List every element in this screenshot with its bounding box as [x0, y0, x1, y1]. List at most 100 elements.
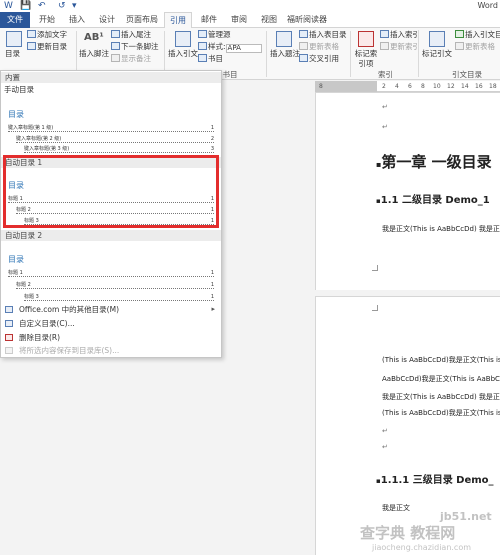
citation-style-select[interactable]: APA [225, 44, 262, 53]
auto-toc-2-label: 自动目录 2 [1, 230, 221, 241]
ruler-tick: 2 [382, 83, 386, 90]
toc-icon [6, 31, 22, 47]
page-corner-mark [372, 265, 378, 271]
show-notes-icon [111, 54, 120, 62]
horizontal-ruler[interactable]: 8 2 4 6 8 10 12 14 16 18 [315, 81, 500, 92]
bibliography-button[interactable]: 书目 [198, 54, 223, 64]
ribbon-separator [350, 31, 351, 77]
customize-qat-icon[interactable]: ▾ [72, 1, 77, 11]
ruler-tick: 4 [395, 83, 399, 90]
manage-sources-button[interactable]: 管理源 [198, 30, 231, 40]
toc-preview-line: 标题 11 [8, 270, 214, 277]
manual-toc-label: 手动目录 [4, 85, 34, 94]
body-paragraph[interactable]: 我是正文 [382, 503, 410, 513]
selection-highlight-box [3, 155, 219, 228]
remove-toc-icon [5, 334, 13, 341]
menu-item-save-to-gallery: 将所选内容保存到目录库(S)... [1, 344, 221, 357]
paragraph-mark: ↵ [382, 103, 388, 111]
toc-dropdown-menu: 内置 手动目录 目录 键入章标题(第 1 级) 1 键入章标题(第 2 级) 2 键… [0, 70, 222, 358]
menu-item-custom-toc[interactable]: 自定义目录(C)... [1, 317, 221, 330]
ruler-tick: 14 [461, 83, 469, 90]
update-authorities-icon [455, 42, 464, 50]
mark-index-entry-button[interactable]: 标记索引项 [354, 49, 378, 69]
update-table-icon [299, 42, 308, 50]
heading-level-3[interactable]: ▪1.1.1 三级目录 Demo_ [376, 471, 494, 486]
ruler-tick: 6 [408, 83, 412, 90]
insert-table-of-figures-button[interactable]: 插入表目录 [299, 30, 347, 40]
office-icon [5, 306, 13, 313]
mark-citation-icon [429, 31, 445, 47]
tab-design[interactable]: 设计 [94, 12, 120, 28]
toc-preview-line: 键入章标题(第 2 级) 2 [16, 136, 214, 143]
menu-tab-bar: 文件 开始 插入 设计 页面布局 引用 邮件 审阅 视图 福昕阅读器 [0, 12, 500, 29]
submenu-arrow-icon: ▸ [211, 305, 215, 313]
footnote-ab-icon: AB¹ [84, 32, 104, 43]
next-footnote-icon [111, 42, 120, 50]
insert-citation-button[interactable]: 插入引文 [168, 49, 198, 59]
heading-level-1[interactable]: ▪第一章 一级目录 [376, 151, 492, 172]
body-paragraph[interactable]: 我是正文(This is AaBbCcDd) 我是正 [382, 224, 500, 234]
body-paragraph[interactable]: AaBbCcDd)我是正文(This is AaBbCc [382, 374, 500, 384]
add-text-button[interactable]: 添加文字 [27, 30, 67, 40]
title-bar: W 💾 ↶ ↺ ▾ Word [0, 0, 500, 12]
tab-view[interactable]: 视图 [256, 12, 282, 28]
insert-caption-icon [276, 31, 292, 47]
window-title: Word [477, 1, 498, 10]
word-logo-icon: W [4, 1, 13, 11]
update-index-button: 更新索引 [380, 42, 420, 52]
bibliography-icon [198, 54, 207, 62]
toc-preview-line: 键入章标题(第 1 级) 1 [8, 125, 214, 132]
tab-layout[interactable]: 页面布局 [124, 12, 160, 28]
toc-button[interactable]: 目录 [5, 49, 20, 59]
paragraph-mark: ↵ [382, 427, 388, 435]
ruler-tick: 18 [489, 83, 497, 90]
undo-icon[interactable]: ↶ [38, 1, 46, 11]
document-page-1[interactable]: ↵ ↵ ▪第一章 一级目录 ▪1.1 二级目录 Demo_1 我是正文(This… [315, 92, 500, 290]
tab-insert[interactable]: 插入 [64, 12, 90, 28]
custom-toc-icon [5, 320, 13, 327]
redo-icon[interactable]: ↺ [58, 1, 66, 11]
toc-preview-line: 键入章标题(第 3 级) 3 [24, 146, 214, 153]
manage-sources-icon [198, 30, 207, 38]
update-toc-icon [27, 42, 36, 50]
tab-home[interactable]: 开始 [34, 12, 60, 28]
table-of-figures-icon [299, 30, 308, 38]
heading-level-2[interactable]: ▪1.1 二级目录 Demo_1 [376, 191, 490, 206]
mark-citation-button[interactable]: 标记引文 [422, 49, 452, 59]
toc-preview-line: 标题 21 [16, 282, 214, 289]
update-toc-button[interactable]: 更新目录 [27, 42, 67, 52]
insert-footnote-button[interactable]: 插入脚注 [79, 49, 109, 59]
tab-references[interactable]: 引用 [164, 12, 192, 29]
insert-authorities-icon [455, 30, 464, 38]
watermark-url: jiaocheng.chazidian.com [372, 543, 472, 552]
body-paragraph[interactable]: 我是正文(This is AaBbCcDd) 我是正 [382, 392, 500, 402]
tab-review[interactable]: 审阅 [226, 12, 252, 28]
menu-item-remove-toc[interactable]: 删除目录(R) [1, 331, 221, 344]
tab-file[interactable]: 文件 [0, 12, 30, 28]
page-corner-mark [372, 305, 378, 311]
body-paragraph[interactable]: (This is AaBbCcDd)我是正文(This is [382, 355, 500, 365]
ruler-tick: 12 [447, 83, 455, 90]
index-group-label: 索引 [378, 70, 393, 79]
insert-citation-icon [175, 31, 191, 47]
next-footnote-button[interactable]: 下一条脚注 [111, 42, 159, 52]
body-paragraph[interactable]: (This is AaBbCcDd)我是正文(This is [382, 408, 500, 418]
save-icon[interactable]: 💾 [20, 1, 31, 11]
tab-foxit-reader[interactable]: 福昕阅读器 [286, 12, 328, 28]
save-to-gallery-icon [5, 347, 13, 354]
insert-index-button[interactable]: 插入索引 [380, 30, 420, 40]
add-text-icon [27, 30, 36, 38]
tab-mailings[interactable]: 邮件 [196, 12, 222, 28]
toc-preview-line: 标题 31 [24, 294, 214, 301]
insert-endnote-button[interactable]: 插入尾注 [111, 30, 151, 40]
manual-toc-option[interactable]: 目录 键入章标题(第 1 级) 1 键入章标题(第 2 级) 2 键入章标题(第 3… [4, 95, 218, 153]
cross-reference-button[interactable]: 交叉引用 [299, 54, 339, 64]
ruler-tick: 8 [421, 83, 425, 90]
style-icon [198, 42, 207, 50]
insert-caption-button[interactable]: 插入题注 [270, 49, 300, 59]
citation-style-control[interactable]: 样式: APA [198, 42, 262, 53]
insert-table-of-authorities-button[interactable]: 插入引文目 [455, 30, 500, 40]
menu-item-office-more-tocs[interactable]: Office.com 中的其他目录(M) ▸ [1, 303, 221, 316]
ruler-margin [315, 81, 377, 92]
auto-toc-2-option[interactable]: 目录 标题 11 标题 21 标题 31 [4, 242, 218, 304]
